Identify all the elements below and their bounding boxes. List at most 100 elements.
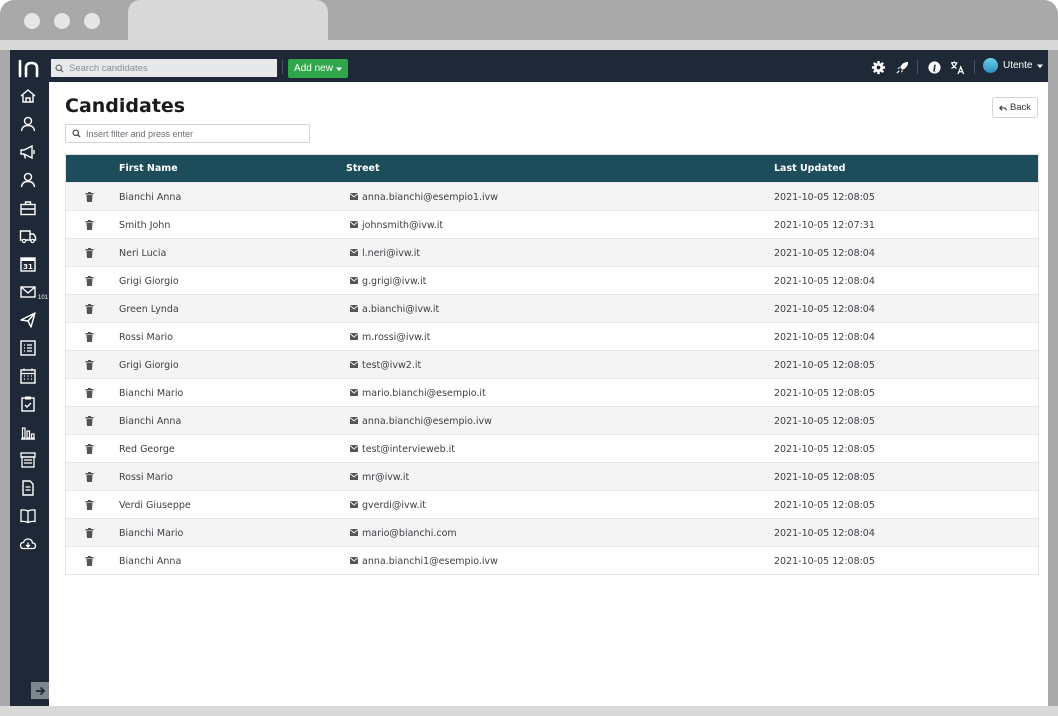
envelope-icon	[350, 193, 358, 200]
home-icon[interactable]	[19, 87, 37, 105]
megaphone-icon[interactable]	[19, 143, 37, 161]
cell-email[interactable]: gverdi@ivw.it	[362, 500, 426, 511]
cell-email[interactable]: test@ivw2.it	[362, 360, 421, 371]
envelope-icon	[350, 417, 358, 424]
document-icon[interactable]	[19, 479, 37, 497]
cell-first-name: Bianchi Mario	[119, 528, 184, 539]
cell-first-name: Verdi Giuseppe	[119, 500, 191, 511]
trash-icon[interactable]	[85, 192, 94, 202]
table-row[interactable]: Green Lynda a.bianchi@ivw.it 2021-10-05 12…	[66, 294, 1038, 322]
trash-icon[interactable]	[85, 304, 94, 314]
trash-icon[interactable]	[85, 556, 94, 566]
store-icon[interactable]	[19, 451, 37, 469]
svg-text:i: i	[932, 63, 936, 74]
table-row[interactable]: Rossi Mario mr@ivw.it 2021-10-05 12:08:05	[66, 462, 1038, 490]
table-row[interactable]: Grigi Giorgio test@ivw2.it 2021-10-05 12:0…	[66, 350, 1038, 378]
cell-email[interactable]: l.neri@ivw.it	[362, 248, 420, 259]
checklist-icon[interactable]	[19, 339, 37, 357]
cell-email[interactable]: a.bianchi@ivw.it	[362, 304, 439, 315]
cell-email[interactable]: anna.bianchi@esempio.ivw	[362, 416, 492, 427]
maximize-window-dot[interactable]	[84, 13, 100, 29]
table-row[interactable]: Bianchi Anna anna.bianchi@esempio.ivw 2021…	[66, 406, 1038, 434]
book-icon[interactable]	[19, 507, 37, 525]
trash-icon[interactable]	[85, 500, 94, 510]
user-menu[interactable]: Utente	[983, 58, 1044, 73]
browser-window: 31 101 Search candidates Add new i Utent…	[0, 0, 1058, 716]
trash-icon[interactable]	[85, 444, 94, 454]
cell-email[interactable]: g.grigi@ivw.it	[362, 276, 426, 287]
table-row[interactable]: Bianchi Mario mario.bianchi@esempio.it 202…	[66, 378, 1038, 406]
cell-first-name: Smith John	[119, 220, 171, 231]
send-icon[interactable]	[19, 311, 37, 329]
collapse-sidebar-button[interactable]	[31, 682, 49, 699]
trash-icon[interactable]	[85, 220, 94, 230]
bar-chart-icon[interactable]	[19, 423, 37, 441]
cell-email[interactable]: mario.bianchi@esempio.it	[362, 388, 486, 399]
cell-email[interactable]: mr@ivw.it	[362, 472, 409, 483]
cloud-download-icon[interactable]	[19, 535, 37, 553]
trash-icon[interactable]	[85, 416, 94, 426]
trash-icon[interactable]	[85, 248, 94, 258]
mail-icon[interactable]: 101	[19, 283, 50, 301]
user-icon[interactable]	[19, 115, 37, 133]
trash-icon[interactable]	[85, 388, 94, 398]
column-header-last-updated[interactable]: Last Updated	[774, 163, 845, 174]
search-input[interactable]	[69, 62, 269, 74]
cell-email[interactable]: test@intervieweb.it	[362, 444, 455, 455]
close-window-dot[interactable]	[24, 13, 40, 29]
minimize-window-dot[interactable]	[54, 13, 70, 29]
briefcase-icon[interactable]	[19, 199, 37, 217]
candidate-icon[interactable]	[19, 171, 37, 189]
envelope-icon	[350, 249, 358, 256]
table-row[interactable]: Bianchi Mario mario@bianchi.com 2021-10-05…	[66, 518, 1038, 546]
envelope-icon	[350, 473, 358, 480]
cell-email[interactable]: m.rossi@ivw.it	[362, 332, 430, 343]
truck-icon[interactable]	[19, 227, 37, 245]
calendar-icon[interactable]: 31	[19, 255, 37, 273]
cell-email[interactable]: anna.bianchi@esempio1.ivw	[362, 192, 498, 203]
column-header-first-name[interactable]: First Name	[119, 163, 178, 174]
cell-email[interactable]: johnsmith@ivw.it	[362, 220, 443, 231]
schedule-icon[interactable]	[19, 367, 37, 385]
table-row[interactable]: Neri Lucia l.neri@ivw.it 2021-10-05 12:08:…	[66, 238, 1038, 266]
svg-text:31: 31	[23, 263, 33, 271]
divider	[282, 60, 283, 74]
trash-icon[interactable]	[85, 332, 94, 342]
cell-last-updated: 2021-10-05 12:08:04	[774, 248, 875, 259]
cell-first-name: Rossi Mario	[119, 472, 173, 483]
add-new-button[interactable]: Add new	[288, 59, 348, 78]
table-row[interactable]: Verdi Giuseppe gverdi@ivw.it 2021-10-05 12…	[66, 490, 1038, 518]
cell-email[interactable]: anna.bianchi1@esempio.ivw	[362, 556, 498, 567]
table-row[interactable]: Red George test@intervieweb.it 2021-10-05 …	[66, 434, 1038, 462]
cell-first-name: Grigi Giorgio	[119, 276, 179, 287]
trash-icon[interactable]	[85, 472, 94, 482]
translate-icon[interactable]	[948, 58, 966, 76]
trash-icon[interactable]	[85, 360, 94, 370]
filter-input[interactable]	[86, 128, 296, 139]
envelope-icon	[350, 529, 358, 536]
page-title: Candidates	[65, 95, 186, 117]
back-button[interactable]: Back	[992, 97, 1038, 118]
reply-arrow-icon	[998, 104, 1007, 111]
table-row[interactable]: Bianchi Anna anna.bianchi@esempio1.ivw 202…	[66, 182, 1038, 210]
table-row[interactable]: Bianchi Anna anna.bianchi1@esempio.ivw 202…	[66, 546, 1038, 574]
table-row[interactable]: Smith John johnsmith@ivw.it 2021-10-05 12:…	[66, 210, 1038, 238]
table-row[interactable]: Grigi Giorgio g.grigi@ivw.it 2021-10-05 12…	[66, 266, 1038, 294]
cell-email[interactable]: mario@bianchi.com	[362, 528, 457, 539]
top-navbar: Add new i Utente	[49, 50, 1048, 82]
candidate-search[interactable]	[51, 59, 277, 77]
clipboard-check-icon[interactable]	[19, 395, 37, 413]
trash-icon[interactable]	[85, 276, 94, 286]
gear-icon[interactable]	[869, 58, 887, 76]
app-logo[interactable]	[17, 57, 43, 79]
filter-field[interactable]	[65, 124, 310, 143]
envelope-icon	[350, 557, 358, 564]
rocket-icon[interactable]	[893, 58, 911, 76]
trash-icon[interactable]	[85, 528, 94, 538]
table-row[interactable]: Rossi Mario m.rossi@ivw.it 2021-10-05 12:0…	[66, 322, 1038, 350]
info-icon[interactable]: i	[925, 58, 943, 76]
divider	[974, 60, 975, 74]
browser-chrome-bar	[0, 40, 1058, 50]
browser-tab[interactable]	[128, 0, 328, 42]
column-header-street[interactable]: Street	[346, 163, 380, 174]
